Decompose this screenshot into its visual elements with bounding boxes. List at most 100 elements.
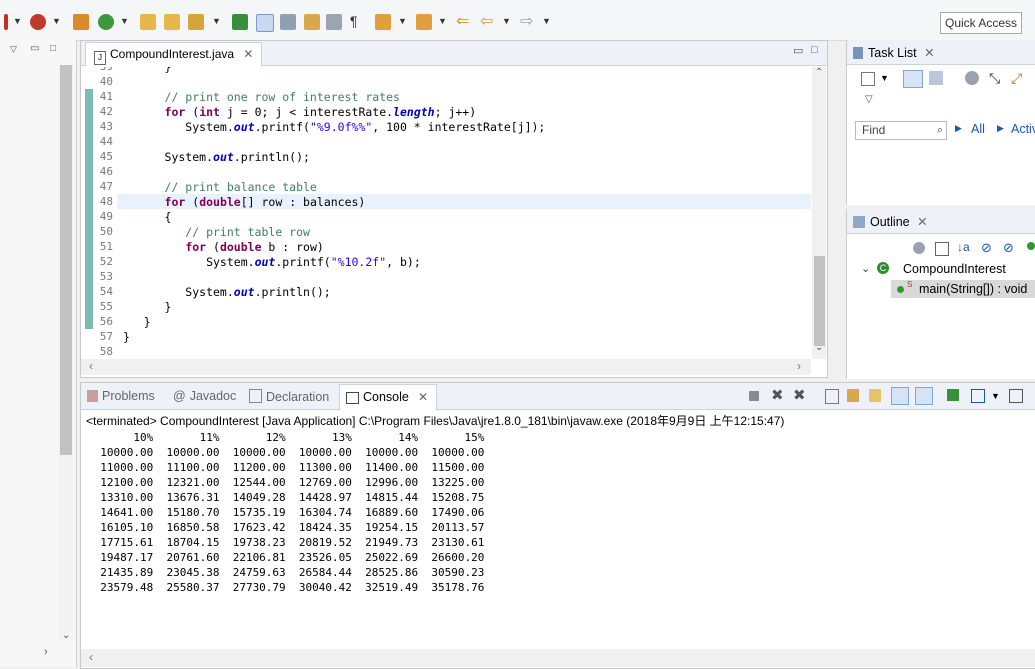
scroll-down-icon[interactable]: ⌄	[62, 630, 70, 641]
expand-icon[interactable]: ⌄	[861, 262, 870, 275]
quick-access-field[interactable]: Quick Access	[940, 12, 1022, 34]
close-icon[interactable]: ✕	[917, 215, 927, 229]
clear-console-icon[interactable]	[825, 389, 839, 404]
collapse-all-icon[interactable]	[935, 242, 949, 256]
code-line[interactable]: }	[123, 300, 172, 314]
pin-icon[interactable]	[232, 14, 248, 30]
outline-method-item[interactable]: S main(String[]) : void	[891, 280, 1035, 298]
code-line[interactable]: }	[123, 315, 151, 329]
show-stdout-icon[interactable]	[891, 387, 909, 405]
debug-icon[interactable]	[4, 14, 8, 30]
chevron-down-icon[interactable]: ▼	[212, 16, 221, 26]
code-line[interactable]: System.out.println();	[123, 285, 330, 299]
hide-local-types-icon[interactable]	[1027, 242, 1035, 250]
last-edit-icon[interactable]: ⇐	[456, 11, 469, 31]
next-annotation-icon[interactable]	[375, 14, 391, 30]
code-line[interactable]: // print one row of interest rates	[123, 90, 400, 104]
tab-compoundinterest-java[interactable]: J CompoundInterest.java ✕	[85, 42, 263, 66]
code-line[interactable]: {	[123, 210, 172, 224]
code-line[interactable]: // print table row	[123, 225, 310, 239]
remove-launch-icon[interactable]: ✖	[771, 386, 784, 404]
hide-fields-icon[interactable]	[913, 242, 925, 254]
forward-icon[interactable]: ⇨	[520, 11, 533, 31]
filter-activate-link[interactable]: Activ	[1011, 122, 1035, 136]
chevron-down-icon[interactable]: ▼	[438, 16, 447, 26]
code-line[interactable]: System.out.println();	[123, 150, 310, 164]
display-console-icon[interactable]	[971, 389, 985, 403]
categorized-icon[interactable]	[903, 70, 923, 88]
remove-all-icon[interactable]: ✖	[793, 386, 806, 404]
terminate-icon[interactable]	[749, 391, 759, 401]
filter-all-link[interactable]: All	[971, 122, 985, 136]
code-line[interactable]: // print balance table	[123, 180, 317, 194]
new-task-icon[interactable]	[861, 72, 875, 86]
pin-console-icon[interactable]	[947, 389, 959, 401]
link-icon[interactable]: ⤢	[1011, 70, 1022, 87]
refresh-icon[interactable]	[98, 14, 114, 30]
highlight-icon[interactable]	[256, 14, 274, 32]
show-stderr-icon[interactable]	[915, 387, 933, 405]
previous-annotation-icon[interactable]	[416, 14, 432, 30]
focus-icon[interactable]: ⤡	[989, 70, 1000, 87]
left-scrollbar-thumb[interactable]	[60, 65, 72, 455]
maximize-icon[interactable]: □	[811, 44, 818, 56]
editor-scrollbar-thumb[interactable]	[814, 256, 825, 346]
chevron-down-icon[interactable]: ▼	[542, 16, 551, 26]
minimize-icon[interactable]: ▭	[793, 44, 803, 57]
tab-task-list[interactable]: Task List ✕	[853, 45, 935, 60]
chevron-down-icon[interactable]: ▼	[502, 16, 511, 26]
tab-declaration[interactable]: Declaration	[249, 389, 329, 404]
code-line[interactable]: for (double b : row)	[123, 240, 324, 254]
outline-class-name[interactable]: CompoundInterest	[903, 262, 1006, 276]
search-icon[interactable]	[188, 14, 204, 30]
chevron-down-icon[interactable]: ▼	[120, 16, 129, 26]
scheduled-icon[interactable]	[929, 71, 943, 85]
close-icon[interactable]: ✕	[418, 390, 428, 404]
hide-completed-icon[interactable]	[965, 71, 979, 85]
back-icon[interactable]: ⇦	[480, 11, 493, 31]
tab-console[interactable]: Console ✕	[339, 384, 437, 410]
tab-problems[interactable]: Problems	[87, 389, 155, 403]
folder-icon[interactable]	[164, 14, 180, 30]
tab-outline[interactable]: Outline ✕	[853, 214, 928, 229]
view-menu-icon[interactable]: ▽	[865, 94, 873, 105]
open-folder-icon[interactable]	[140, 14, 156, 30]
scroll-right-icon[interactable]: ›	[797, 359, 801, 373]
chevron-down-icon[interactable]: ▼	[398, 16, 407, 26]
code-line[interactable]: System.out.printf("%9.0f%%", 100 * inter…	[123, 120, 545, 134]
block-selection-icon[interactable]	[304, 14, 320, 30]
close-icon[interactable]: ✕	[924, 46, 934, 60]
find-input[interactable]: Find ⌕	[855, 121, 947, 140]
scroll-lock-icon[interactable]	[847, 389, 859, 402]
tab-javadoc[interactable]: @ Javadoc	[173, 389, 236, 403]
scroll-up-icon[interactable]: ⌃	[815, 67, 823, 78]
close-icon[interactable]: ✕	[243, 47, 253, 61]
console-output[interactable]: 10% 11% 12% 13% 14% 15% 10000.00 10000.0…	[87, 430, 484, 595]
chevron-down-icon[interactable]: ▼	[52, 16, 61, 26]
chevron-down-icon[interactable]: ▼	[880, 73, 889, 83]
run-icon[interactable]	[30, 14, 46, 30]
minimize-icon[interactable]: ▭	[30, 43, 39, 54]
word-wrap-icon[interactable]	[869, 389, 881, 402]
hide-non-public-icon[interactable]: ⊘	[981, 240, 992, 256]
editor-horizontal-scrollbar[interactable]: ‹ ›	[81, 359, 811, 375]
scroll-right-icon[interactable]: ›	[44, 646, 48, 658]
open-console-icon[interactable]	[1009, 389, 1023, 403]
scroll-down-icon[interactable]: ⌄	[815, 342, 823, 353]
code-line[interactable]: for (double[] row : balances)	[123, 195, 366, 209]
chevron-down-icon[interactable]: ▼	[13, 16, 22, 26]
show-whitespace-icon[interactable]	[326, 14, 342, 30]
code-line[interactable]: }	[123, 67, 172, 74]
pilcrow-icon[interactable]: ¶	[350, 13, 358, 29]
view-menu-icon[interactable]: ▽	[10, 44, 17, 55]
scroll-left-icon[interactable]: ‹	[89, 650, 93, 664]
scroll-left-icon[interactable]: ‹	[89, 359, 93, 373]
code-line[interactable]: System.out.printf("%10.2f", b);	[123, 255, 421, 269]
marker-icon[interactable]	[280, 14, 296, 30]
chevron-down-icon[interactable]: ▼	[991, 391, 1000, 401]
console-horizontal-scrollbar[interactable]: ‹	[81, 649, 1035, 667]
new-package-icon[interactable]	[73, 14, 89, 30]
hide-static-icon[interactable]: ⊘	[1003, 240, 1014, 256]
code-line[interactable]: }	[123, 330, 130, 344]
maximize-icon[interactable]: □	[50, 43, 56, 54]
